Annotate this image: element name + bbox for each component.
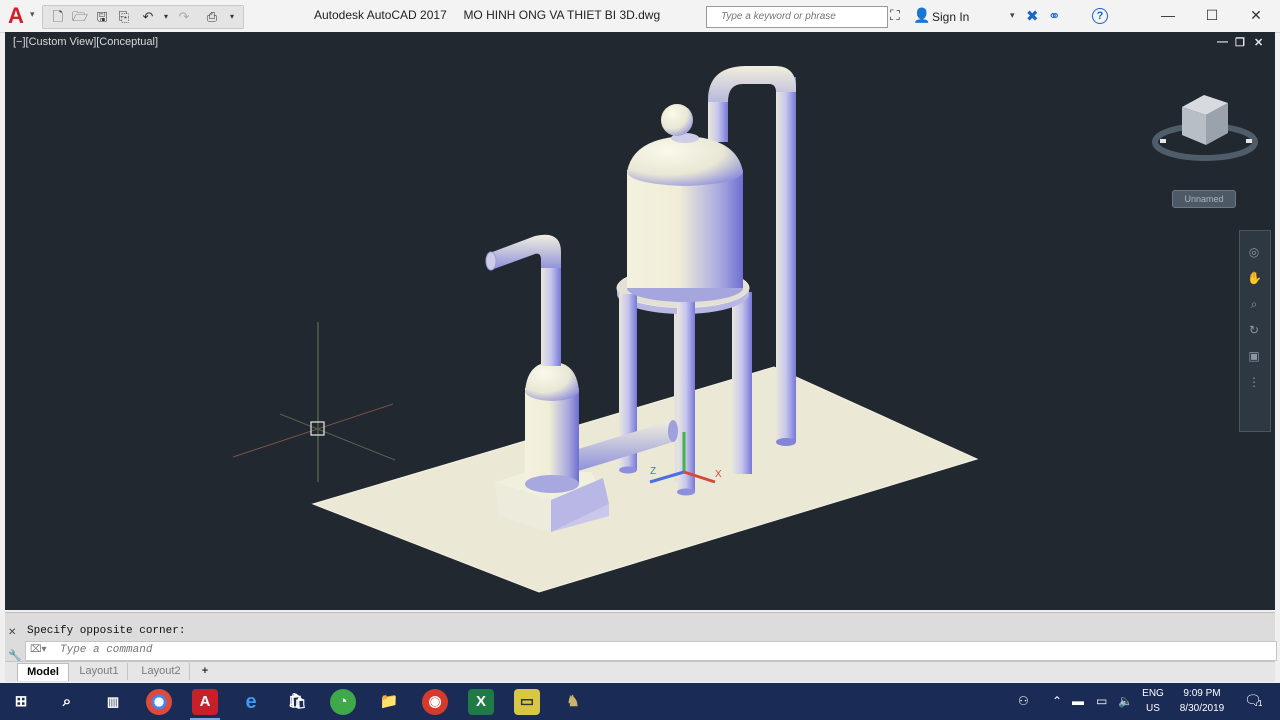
- quick-access-toolbar: 🗋 🗁 🖫 ⎘ ↶ ▾ ↷ ⎙ ▾: [42, 5, 244, 29]
- windows-taskbar: ⊞ ⌕ ▥ A e 🛍 ◔ 📁 ◉ X ▭ ♞ ⚇ ⌃ ▬ ▭ 🔈 ENG US…: [0, 683, 1280, 720]
- chevron-down-icon[interactable]: ▾: [223, 8, 241, 26]
- ucs-menu-button[interactable]: Unnamed: [1172, 190, 1236, 208]
- nav-options-icon[interactable]: ⋮: [1247, 375, 1261, 389]
- app-green-icon[interactable]: ◔: [330, 689, 356, 715]
- title-bar: A ▾ 🗋 🗁 🖫 ⎘ ↶ ▾ ↷ ⎙ ▾ Autodesk AutoCAD 2…: [0, 0, 1280, 33]
- file-name: MO HINH ONG VA THIET BI 3D.dwg: [463, 8, 661, 22]
- clock[interactable]: 9:09 PM 8/30/2019: [1172, 686, 1232, 716]
- chevron-down-icon[interactable]: ▾: [1010, 10, 1015, 21]
- viewport-minimize-button[interactable]: —: [1217, 36, 1228, 48]
- svg-text:Z: Z: [650, 466, 656, 477]
- pan-icon[interactable]: ✋: [1247, 271, 1262, 285]
- steering-wheel-icon[interactable]: ◎: [1247, 245, 1261, 259]
- excel-icon[interactable]: X: [468, 689, 494, 715]
- zoom-icon[interactable]: ⌕: [1247, 297, 1261, 311]
- orbit-icon[interactable]: ↻: [1247, 323, 1261, 337]
- a360-icon[interactable]: ⚭: [1048, 7, 1061, 25]
- network-icon[interactable]: ▬: [1072, 694, 1084, 708]
- edge-icon[interactable]: e: [238, 689, 264, 715]
- showmotion-icon[interactable]: ▣: [1247, 349, 1261, 363]
- user-icon[interactable]: 👤: [913, 7, 930, 24]
- minimize-button[interactable]: —: [1148, 4, 1188, 26]
- chevron-up-icon[interactable]: ⌃: [1052, 694, 1062, 708]
- people-icon[interactable]: ⚇: [1018, 694, 1029, 708]
- search-input[interactable]: [721, 9, 881, 23]
- command-input[interactable]: [60, 643, 1260, 657]
- search-icon[interactable]: ⌕: [54, 689, 80, 715]
- window-title: Autodesk AutoCAD 2017 MO HINH ONG VA THI…: [314, 8, 660, 22]
- add-layout-button[interactable]: +: [195, 663, 215, 680]
- new-icon[interactable]: 🗋: [49, 8, 67, 26]
- command-history: Specify opposite corner:: [27, 625, 186, 637]
- language-indicator[interactable]: ENG US: [1140, 686, 1166, 716]
- undo-icon[interactable]: ↶: [139, 8, 157, 26]
- tab-layout2[interactable]: Layout2: [133, 663, 190, 680]
- drawing-viewport[interactable]: X Z [−][Custom View][Conceptual] — ❐ ✕ U…: [5, 32, 1275, 610]
- chevron-down-icon[interactable]: ▾: [30, 9, 35, 20]
- command-input-bar: ⌧▾: [25, 641, 1277, 661]
- tank-leg: [732, 292, 752, 474]
- saveas-icon[interactable]: ⎘: [115, 8, 133, 26]
- windows-start-icon[interactable]: ⊞: [8, 689, 34, 715]
- exchange-apps-icon[interactable]: ✖: [1026, 7, 1039, 25]
- sign-in-button[interactable]: Sign In: [932, 10, 969, 24]
- application-menu-button[interactable]: A: [4, 4, 28, 28]
- file-explorer-icon[interactable]: 📁: [376, 689, 402, 715]
- 3d-model-scene[interactable]: X Z: [5, 32, 1275, 610]
- help-icon[interactable]: ?: [1092, 8, 1108, 24]
- small-vessel: [485, 234, 609, 532]
- tab-model[interactable]: Model: [17, 663, 69, 681]
- notification-count: 1: [1258, 699, 1263, 708]
- layout-tab-bar: Model Layout1 Layout2 +: [5, 661, 1275, 682]
- binoculars-icon[interactable]: ⛶: [890, 7, 900, 24]
- app-red-icon[interactable]: ◉: [422, 689, 448, 715]
- search-box: [706, 6, 888, 28]
- store-icon[interactable]: 🛍: [284, 689, 310, 715]
- language-code: ENG: [1142, 688, 1164, 699]
- close-icon[interactable]: ✕: [8, 627, 16, 638]
- app-name: Autodesk AutoCAD 2017: [314, 8, 447, 22]
- command-line: ✕ 🔧 Specify opposite corner: ⌧▾: [5, 612, 1277, 662]
- viewcube[interactable]: [1150, 87, 1260, 172]
- date: 8/30/2019: [1179, 703, 1225, 714]
- save-icon[interactable]: 🖫: [93, 8, 111, 26]
- region-code: US: [1146, 703, 1160, 714]
- navigation-bar: ◎ ✋ ⌕ ↻ ▣ ⋮: [1239, 230, 1271, 432]
- base-plate: [311, 366, 979, 593]
- time: 9:09 PM: [1183, 688, 1221, 699]
- workspace-icon[interactable]: ⎙: [203, 8, 221, 26]
- maximize-button[interactable]: ☐: [1192, 4, 1232, 26]
- notes-icon[interactable]: ▭: [514, 689, 540, 715]
- app-dark-icon[interactable]: ♞: [560, 689, 586, 715]
- volume-icon[interactable]: 🔈: [1118, 694, 1133, 708]
- tab-layout1[interactable]: Layout1: [71, 663, 128, 680]
- tank-leg: [677, 298, 695, 493]
- svg-text:X: X: [715, 469, 722, 480]
- chrome-icon[interactable]: [146, 689, 172, 715]
- viewport-restore-button[interactable]: ❐: [1235, 36, 1245, 49]
- crosshair-cursor: [232, 322, 396, 482]
- battery-icon[interactable]: ▭: [1096, 694, 1107, 708]
- open-icon[interactable]: 🗁: [71, 8, 89, 26]
- manhole-cap: [661, 104, 693, 136]
- redo-icon[interactable]: ↷: [175, 8, 193, 26]
- close-button[interactable]: ✕: [1236, 4, 1276, 26]
- task-view-icon[interactable]: ▥: [100, 689, 126, 715]
- viewport-label[interactable]: [−][Custom View][Conceptual]: [13, 36, 158, 48]
- autocad-icon[interactable]: A: [192, 689, 218, 715]
- viewport-close-button[interactable]: ✕: [1254, 36, 1263, 49]
- recent-commands-icon[interactable]: ⌧▾: [30, 644, 47, 655]
- chevron-down-icon[interactable]: ▾: [157, 8, 175, 26]
